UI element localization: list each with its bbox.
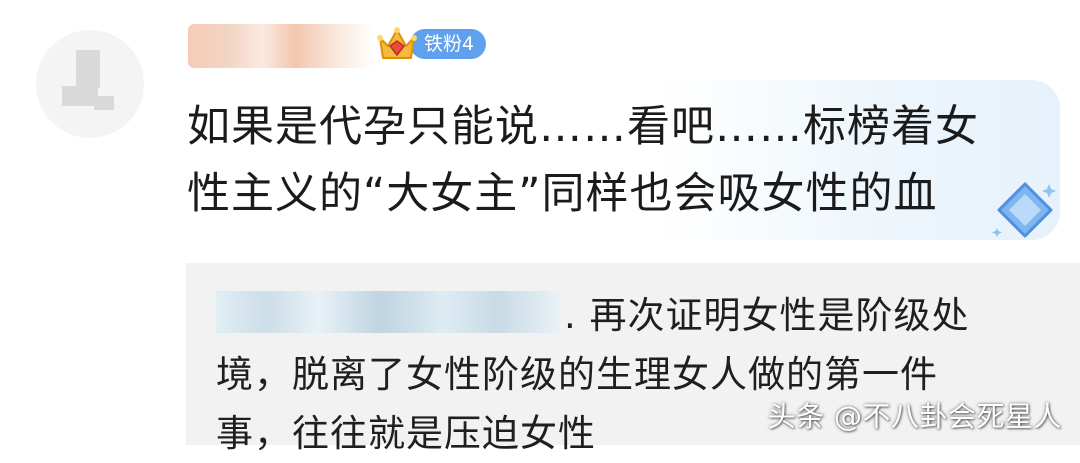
fan-badge: 铁粉4: [376, 24, 487, 64]
crown-icon: [377, 27, 417, 59]
username-blurred[interactable]: [188, 24, 373, 68]
diamond-icon[interactable]: [985, 176, 1065, 246]
avatar[interactable]: [36, 30, 144, 138]
fan-level-label: 铁粉4: [410, 29, 487, 59]
reply-text: . 再次证明女性是阶级处境，脱离了女性阶级的生理女人做的第一件事，往往就是压迫女…: [216, 294, 970, 455]
source-watermark: 头条 @不八卦会死星人: [767, 400, 1062, 433]
comment-text: 如果是代孕只能说……看吧……标榜着女性主义的“大女主”同样也会吸女性的血: [187, 102, 979, 219]
avatar-blur-block: [62, 86, 98, 106]
avatar-blur-block: [76, 50, 100, 88]
avatar-blur-block: [94, 96, 114, 110]
